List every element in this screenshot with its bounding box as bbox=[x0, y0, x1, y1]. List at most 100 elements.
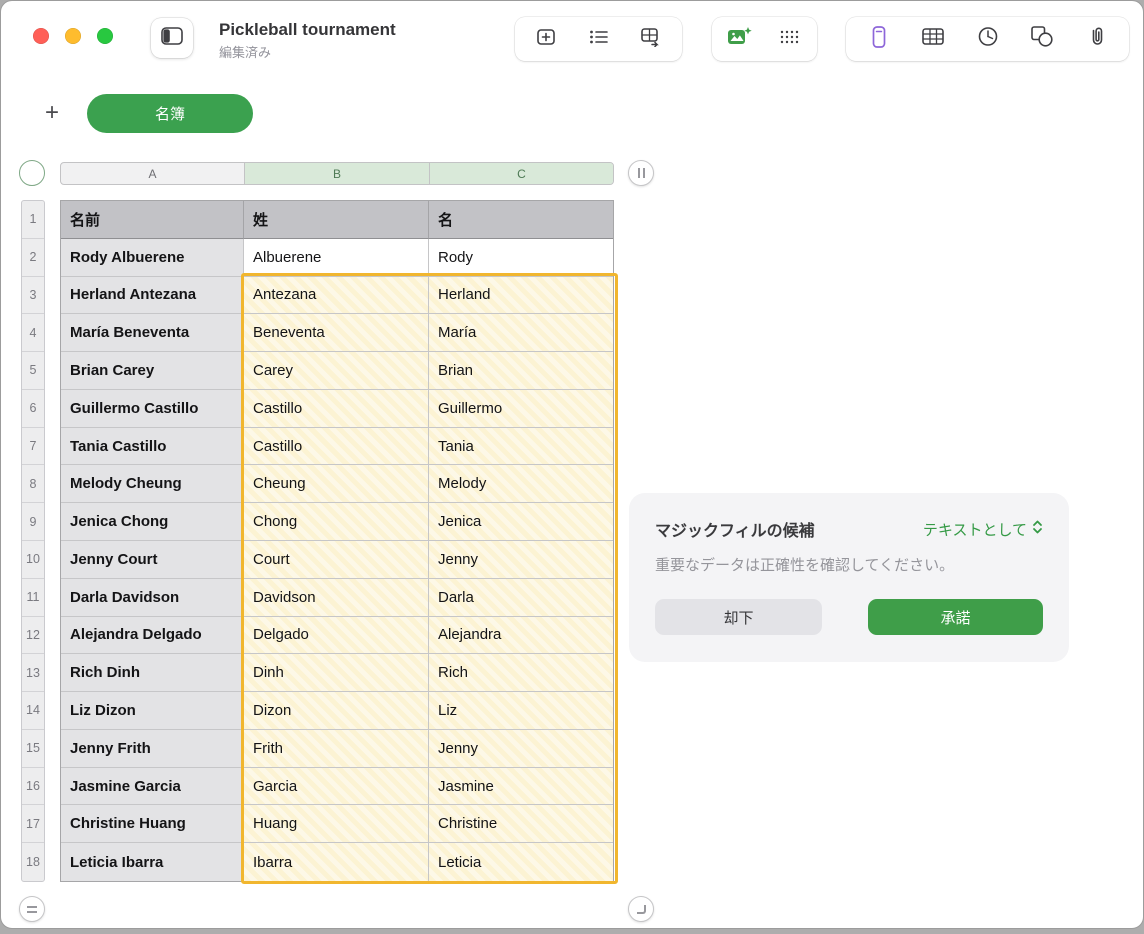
table-cell[interactable]: Delgado bbox=[244, 617, 429, 655]
magic-fill-popover: マジックフィルの候補 テキストとして 重要なデータは正確性を確認してください。 … bbox=[629, 493, 1069, 662]
table-cell[interactable]: Liz bbox=[429, 692, 613, 730]
table-cell[interactable]: Jasmine Garcia bbox=[61, 768, 244, 806]
column-resize-handle[interactable] bbox=[628, 160, 654, 186]
table-cell[interactable]: Carey bbox=[244, 352, 429, 390]
table-cell[interactable]: Leticia Ibarra bbox=[61, 843, 244, 881]
table-cell[interactable]: Cheung bbox=[244, 465, 429, 503]
table-cell[interactable]: Chong bbox=[244, 503, 429, 541]
table-cell[interactable]: Tania Castillo bbox=[61, 428, 244, 466]
close-window-button[interactable] bbox=[33, 28, 49, 44]
table-cell[interactable]: Christine Huang bbox=[61, 805, 244, 843]
table-cell[interactable]: Herland bbox=[429, 277, 613, 315]
zoom-window-button[interactable] bbox=[97, 28, 113, 44]
format-button[interactable] bbox=[857, 22, 901, 56]
row-number[interactable]: 18 bbox=[22, 843, 44, 881]
row-number[interactable]: 14 bbox=[22, 692, 44, 730]
table-cell[interactable]: Jenica bbox=[429, 503, 613, 541]
table-cell[interactable]: Garcia bbox=[244, 768, 429, 806]
row-number[interactable]: 9 bbox=[22, 503, 44, 541]
list-button[interactable] bbox=[577, 22, 621, 56]
row-number[interactable]: 13 bbox=[22, 654, 44, 692]
row-number[interactable]: 5 bbox=[22, 352, 44, 390]
table-cell[interactable]: Brian bbox=[429, 352, 613, 390]
header-cell[interactable]: 名前 bbox=[61, 201, 244, 239]
row-number[interactable]: 4 bbox=[22, 314, 44, 352]
table-cell[interactable]: Jasmine bbox=[429, 768, 613, 806]
table-cell[interactable]: María Beneventa bbox=[61, 314, 244, 352]
table-cell[interactable]: María bbox=[429, 314, 613, 352]
table-cell[interactable]: Rich bbox=[429, 654, 613, 692]
table-cell[interactable]: Rody Albuerene bbox=[61, 239, 244, 277]
row-number[interactable]: 2 bbox=[22, 239, 44, 277]
row-number[interactable]: 17 bbox=[22, 805, 44, 843]
add-row-handle[interactable] bbox=[19, 896, 45, 922]
table-cell[interactable]: Jenny bbox=[429, 730, 613, 768]
shapes-button[interactable] bbox=[1020, 22, 1064, 56]
table-cell[interactable]: Guillermo Castillo bbox=[61, 390, 244, 428]
magic-image-button[interactable] bbox=[718, 22, 762, 56]
table-cell[interactable]: Brian Carey bbox=[61, 352, 244, 390]
table-cell[interactable]: Tania bbox=[429, 428, 613, 466]
row-number[interactable]: 8 bbox=[22, 465, 44, 503]
table-cell[interactable]: Frith bbox=[244, 730, 429, 768]
column-header-b[interactable]: B bbox=[245, 163, 430, 184]
row-number[interactable]: 10 bbox=[22, 541, 44, 579]
table-resize-handle[interactable] bbox=[628, 896, 654, 922]
row-number[interactable]: 12 bbox=[22, 617, 44, 655]
table-cell[interactable]: Castillo bbox=[244, 390, 429, 428]
row-number[interactable]: 11 bbox=[22, 579, 44, 617]
table-cell[interactable]: Alejandra bbox=[429, 617, 613, 655]
table-cell[interactable]: Rody bbox=[429, 239, 613, 277]
attachment-button[interactable] bbox=[1075, 22, 1119, 56]
select-all-handle[interactable] bbox=[19, 160, 45, 186]
table-cell[interactable]: Darla bbox=[429, 579, 613, 617]
header-cell[interactable]: 姓 bbox=[244, 201, 429, 239]
table-cell[interactable]: Melody Cheung bbox=[61, 465, 244, 503]
table-cell[interactable]: Davidson bbox=[244, 579, 429, 617]
table-cell[interactable]: Castillo bbox=[244, 428, 429, 466]
table-cell[interactable]: Liz Dizon bbox=[61, 692, 244, 730]
table-action-button[interactable] bbox=[629, 22, 673, 56]
row-number[interactable]: 7 bbox=[22, 428, 44, 466]
table-cell[interactable]: Guillermo bbox=[429, 390, 613, 428]
table-cell[interactable]: Beneventa bbox=[244, 314, 429, 352]
table-cell[interactable]: Herland Antezana bbox=[61, 277, 244, 315]
row-number[interactable]: 15 bbox=[22, 730, 44, 768]
row-number[interactable]: 6 bbox=[22, 390, 44, 428]
table-cell[interactable]: Christine bbox=[429, 805, 613, 843]
table-cell[interactable]: Ibarra bbox=[244, 843, 429, 881]
magic-fill-type-selector[interactable]: テキストとして bbox=[923, 519, 1043, 540]
row-number[interactable]: 3 bbox=[22, 277, 44, 315]
toolbar-group-insert bbox=[515, 17, 682, 61]
add-sheet-button[interactable]: + bbox=[37, 98, 67, 128]
column-header-c[interactable]: C bbox=[430, 163, 613, 184]
table-cell[interactable]: Alejandra Delgado bbox=[61, 617, 244, 655]
row-number[interactable]: 16 bbox=[22, 768, 44, 806]
table-cell[interactable]: Huang bbox=[244, 805, 429, 843]
table-cell[interactable]: Jenny Court bbox=[61, 541, 244, 579]
sidebar-toggle-button[interactable] bbox=[151, 18, 193, 58]
minimize-window-button[interactable] bbox=[65, 28, 81, 44]
table-cell[interactable]: Jenny Frith bbox=[61, 730, 244, 768]
clock-button[interactable] bbox=[966, 22, 1010, 56]
header-cell[interactable]: 名 bbox=[429, 201, 613, 239]
row-number[interactable]: 1 bbox=[22, 201, 44, 239]
dots-grid-button[interactable] bbox=[767, 22, 811, 56]
table-cell[interactable]: Court bbox=[244, 541, 429, 579]
table-cell[interactable]: Albuerene bbox=[244, 239, 429, 277]
sheet-tab[interactable]: 名簿 bbox=[87, 94, 253, 133]
table-cell[interactable]: Jenica Chong bbox=[61, 503, 244, 541]
column-header-a[interactable]: A bbox=[61, 163, 245, 184]
table-cell[interactable]: Antezana bbox=[244, 277, 429, 315]
table-cell[interactable]: Dinh bbox=[244, 654, 429, 692]
insert-table-button[interactable] bbox=[524, 22, 568, 56]
table-cell[interactable]: Rich Dinh bbox=[61, 654, 244, 692]
table-cell[interactable]: Leticia bbox=[429, 843, 613, 881]
table-cell[interactable]: Darla Davidson bbox=[61, 579, 244, 617]
table-cell[interactable]: Dizon bbox=[244, 692, 429, 730]
reject-button[interactable]: 却下 bbox=[655, 599, 822, 635]
table-cell[interactable]: Melody bbox=[429, 465, 613, 503]
accept-button[interactable]: 承諾 bbox=[868, 599, 1043, 635]
table-button[interactable] bbox=[911, 22, 955, 56]
table-cell[interactable]: Jenny bbox=[429, 541, 613, 579]
